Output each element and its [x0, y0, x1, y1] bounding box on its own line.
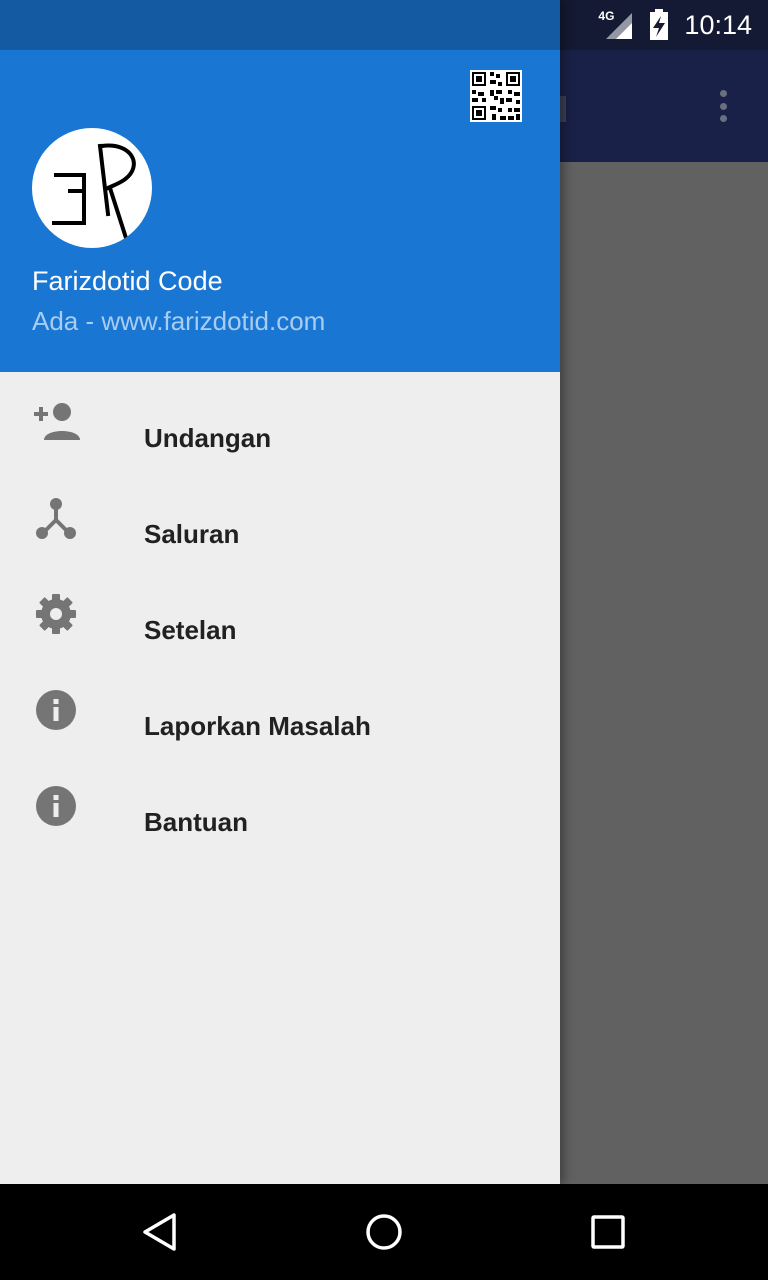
drawer-status-bar [0, 0, 560, 50]
info-icon [30, 688, 82, 732]
home-button[interactable] [336, 1184, 432, 1280]
gear-icon [30, 592, 82, 636]
menu-item-setelan[interactable]: Setelan [0, 564, 560, 660]
menu-item-bantuan[interactable]: Bantuan [0, 756, 560, 852]
home-icon [366, 1214, 402, 1250]
clock: 10:14 [684, 9, 752, 40]
menu-item-label: Setelan [144, 615, 237, 645]
menu-item-label: Saluran [144, 519, 240, 549]
channel-icon [30, 496, 82, 540]
status-bar: 4G 10:14 [560, 0, 768, 50]
menu-item-saluran[interactable]: Saluran [0, 468, 560, 564]
menu-item-label: Laporkan Masalah [144, 711, 371, 741]
recents-button[interactable] [560, 1184, 656, 1280]
menu-item-undangan[interactable]: Undangan [0, 372, 560, 468]
logo-icon [52, 143, 136, 241]
menu-item-label: Bantuan [144, 807, 248, 837]
menu-item-label: Undangan [144, 423, 272, 453]
user-subtitle: Ada - www.farizdotid.com [32, 306, 326, 336]
battery-icon [650, 9, 669, 40]
navigation-drawer: Farizdotid Code Ada - www.farizdotid.com… [0, 0, 560, 1184]
menu-item-laporkan-masalah[interactable]: Laporkan Masalah [0, 660, 560, 756]
qr-code-icon[interactable] [470, 70, 522, 122]
overflow-menu-icon[interactable] [708, 86, 738, 126]
user-name: Farizdotid Code [32, 266, 223, 296]
back-icon [143, 1213, 176, 1251]
navigation-bar [0, 1184, 768, 1280]
signal-icon: 4G [598, 9, 634, 41]
recents-icon [591, 1215, 625, 1249]
drawer-menu: Undangan Saluran Setelan Laporkan Masala… [0, 372, 560, 852]
back-button[interactable] [112, 1184, 208, 1280]
add-person-icon [30, 400, 82, 444]
drawer-header: Farizdotid Code Ada - www.farizdotid.com [0, 50, 560, 372]
info-icon [30, 784, 82, 828]
profile-avatar[interactable] [32, 128, 152, 248]
